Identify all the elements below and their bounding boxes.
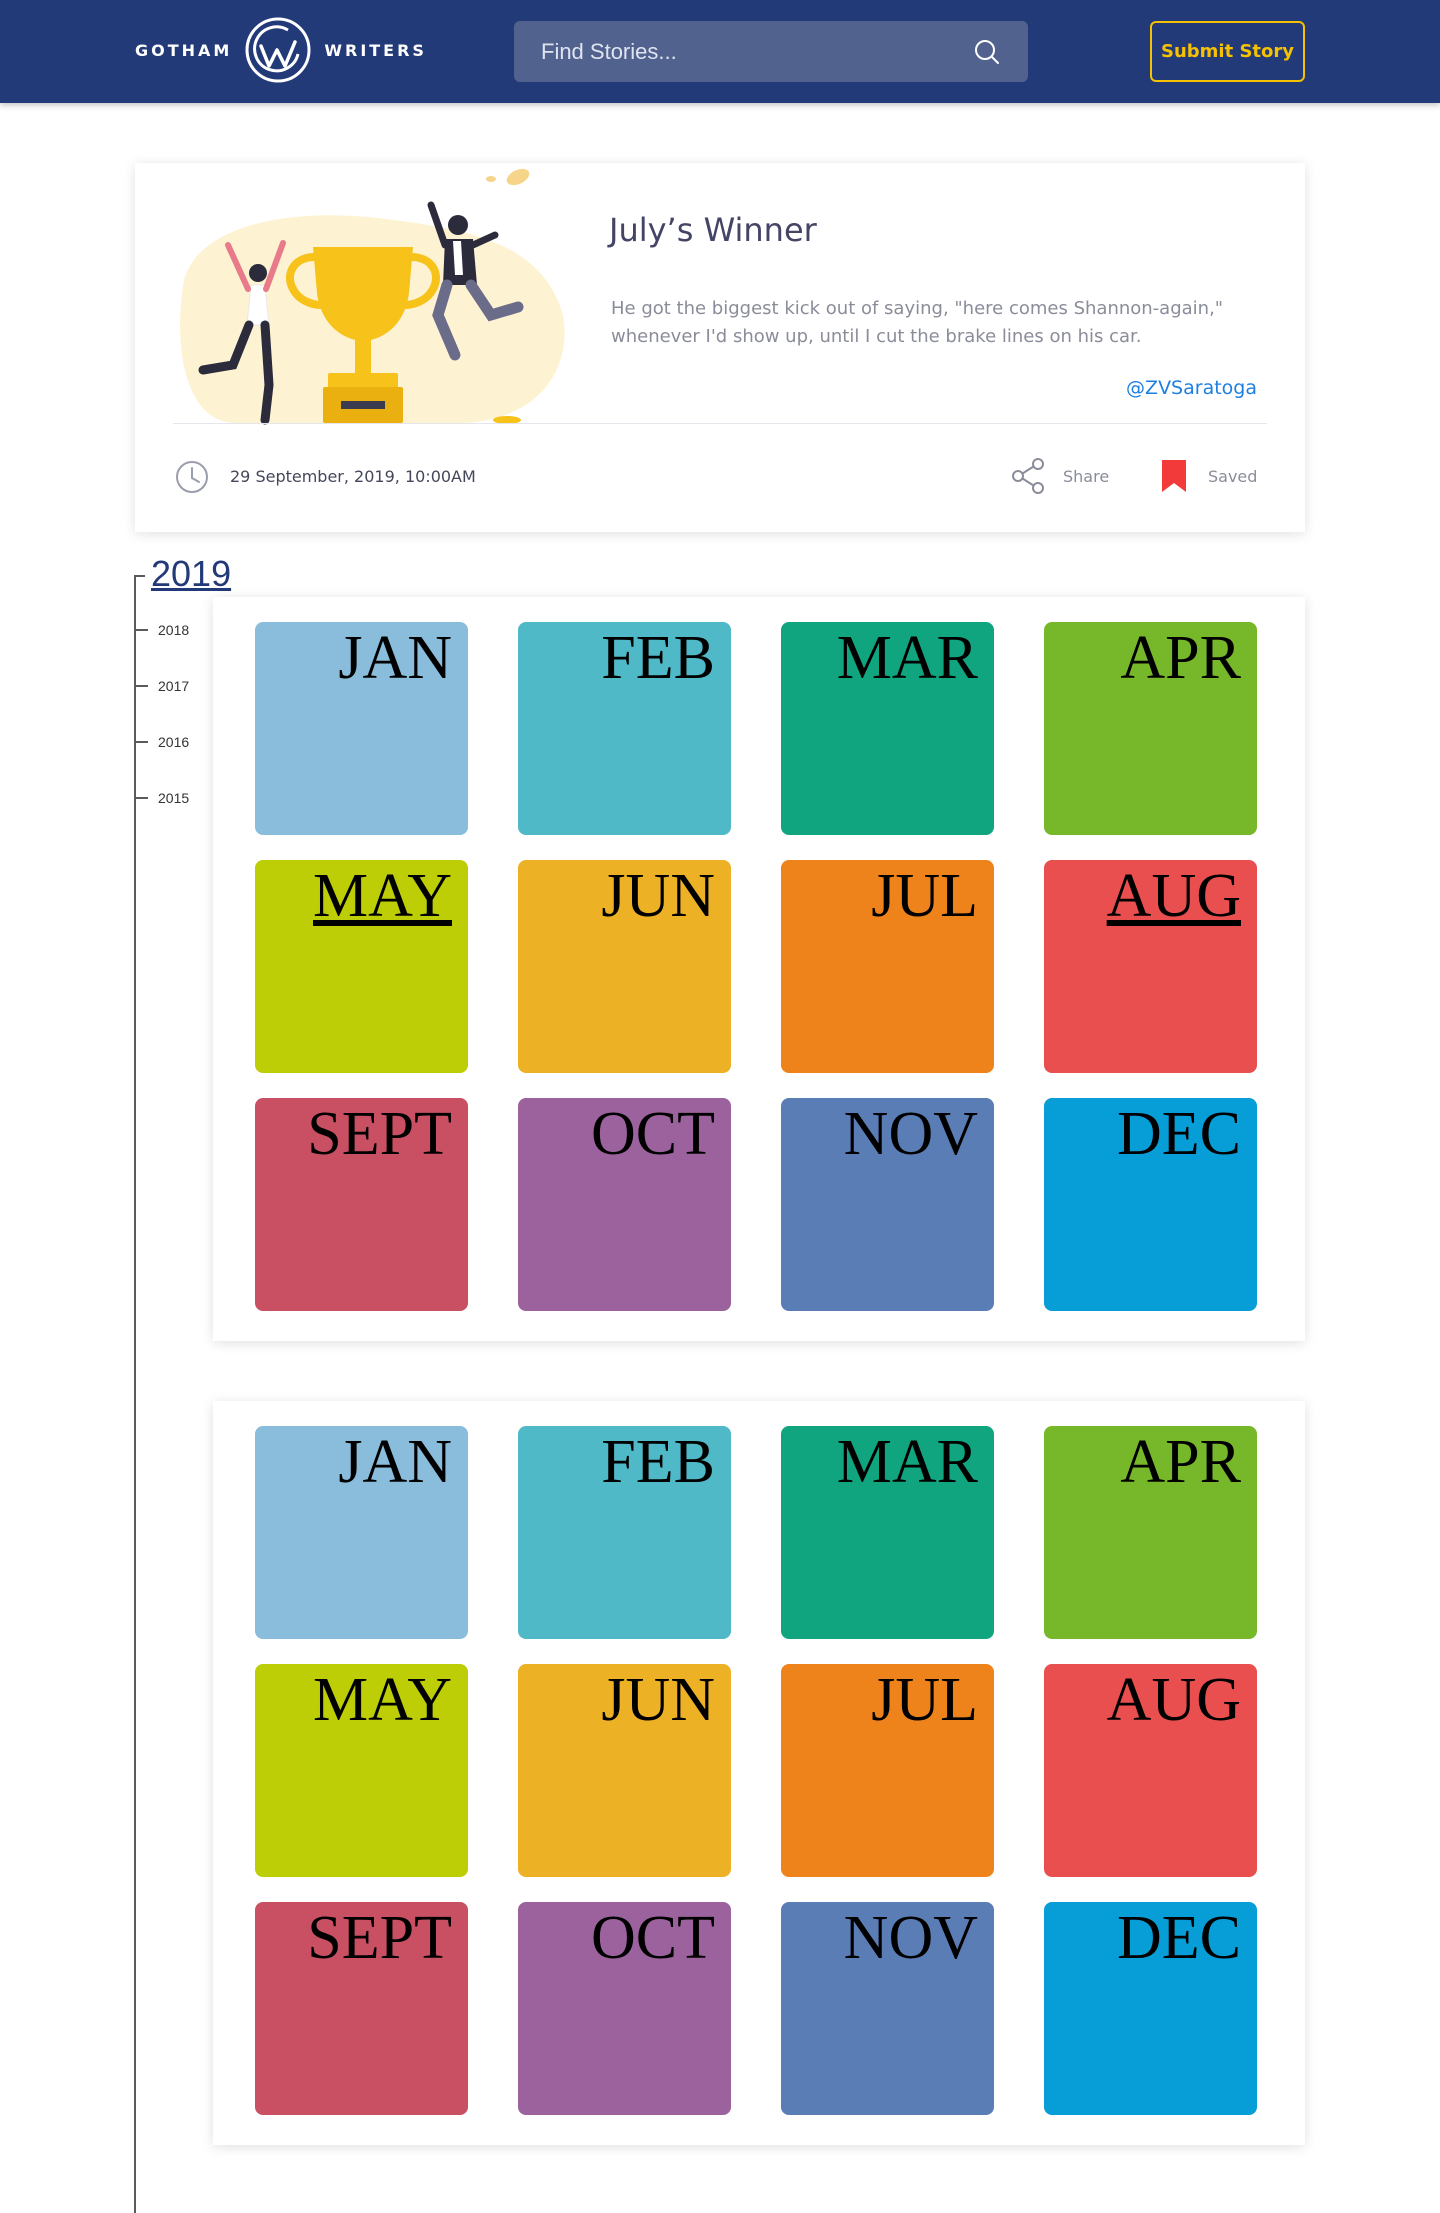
year-item-2018[interactable]: 2018 — [134, 620, 189, 640]
year-tick — [134, 797, 148, 799]
month-label: JUL — [871, 862, 978, 930]
year-item-2015[interactable]: 2015 — [134, 788, 189, 808]
month-tile-feb[interactable]: FEB — [518, 1426, 731, 1639]
month-label: SEPT — [307, 1904, 452, 1972]
saved-label: Saved — [1208, 466, 1258, 486]
share-label: Share — [1063, 466, 1110, 486]
month-label: DEC — [1117, 1100, 1241, 1168]
month-tile-apr[interactable]: APR — [1044, 1426, 1257, 1639]
month-tile-aug[interactable]: AUG — [1044, 1664, 1257, 1877]
clock-icon — [176, 461, 208, 493]
month-panel-secondary: JAN FEB MAR APR MAY JUN JUL AUG SEPT OCT NOV DEC — [213, 1401, 1305, 2145]
month-tile-sept[interactable]: SEPT — [255, 1098, 468, 1311]
logo-text-right: WRITERS — [324, 40, 427, 60]
share-button[interactable]: Share — [1011, 456, 1109, 496]
year-tick — [134, 685, 148, 687]
logo-text-left: GOTHAM — [135, 40, 233, 60]
month-tile-dec[interactable]: DEC — [1044, 1098, 1257, 1311]
search-input[interactable] — [514, 21, 974, 82]
month-tile-jul[interactable]: JUL — [781, 860, 994, 1073]
trophy-celebration-illustration — [180, 168, 565, 425]
month-label: OCT — [591, 1904, 715, 1972]
month-tile-apr[interactable]: APR — [1044, 622, 1257, 835]
month-label: OCT — [591, 1100, 715, 1168]
year-label: 2018 — [158, 622, 190, 638]
month-tile-sept[interactable]: SEPT — [255, 1902, 468, 2115]
month-tile-jan[interactable]: JAN — [255, 622, 468, 835]
month-label: FEB — [601, 1428, 715, 1496]
bookmark-icon — [1162, 460, 1186, 492]
month-tile-jun[interactable]: JUN — [518, 1664, 731, 1877]
year-item-2017[interactable]: 2017 — [134, 676, 189, 696]
share-icon — [1012, 458, 1044, 494]
winner-card: July’s Winner He got the biggest kick ou… — [135, 163, 1305, 532]
month-label: APR — [1120, 624, 1241, 692]
month-label: MAY — [313, 1666, 452, 1734]
winner-date: 29 September, 2019, 10:00AM — [230, 467, 476, 486]
month-tile-jun[interactable]: JUN — [518, 860, 731, 1073]
year-label: 2015 — [158, 790, 190, 806]
month-label: SEPT — [307, 1100, 452, 1168]
timeline-cap — [134, 575, 145, 577]
card-divider — [173, 423, 1267, 424]
month-label: JUN — [601, 862, 715, 930]
month-tile-jul[interactable]: JUL — [781, 1664, 994, 1877]
search-bar — [514, 21, 1028, 82]
month-label: JAN — [338, 1428, 452, 1496]
month-tile-dec[interactable]: DEC — [1044, 1902, 1257, 2115]
month-tile-mar[interactable]: MAR — [781, 1426, 994, 1639]
month-tile-aug[interactable]: AUG — [1044, 860, 1257, 1073]
month-tile-may[interactable]: MAY — [255, 1664, 468, 1877]
month-tile-mar[interactable]: MAR — [781, 622, 994, 835]
month-label: DEC — [1117, 1904, 1241, 1972]
month-tile-may[interactable]: MAY — [255, 860, 468, 1073]
month-tile-feb[interactable]: FEB — [518, 622, 731, 835]
year-label: 2016 — [158, 734, 190, 750]
year-label: 2017 — [158, 678, 190, 694]
month-label: JUL — [871, 1666, 978, 1734]
month-tile-nov[interactable]: NOV — [781, 1098, 994, 1311]
saved-button[interactable]: Saved — [1161, 456, 1257, 496]
month-label: MAY — [313, 862, 452, 930]
month-tile-oct[interactable]: OCT — [518, 1902, 731, 2115]
month-label: AUG — [1106, 1666, 1241, 1734]
month-tile-jan[interactable]: JAN — [255, 1426, 468, 1639]
month-label: NOV — [843, 1904, 978, 1972]
month-panel-2019: JAN FEB MAR APR MAY JUN JUL AUG SEPT OCT NOV DEC — [213, 597, 1305, 1341]
month-label: NOV — [843, 1100, 978, 1168]
winner-author-link[interactable]: @ZVSaratoga — [1126, 377, 1257, 399]
month-label: JUN — [601, 1666, 715, 1734]
month-label: FEB — [601, 624, 715, 692]
month-tile-nov[interactable]: NOV — [781, 1902, 994, 2115]
gotham-writers-logo[interactable]: GOTHAM WRITERS — [135, 15, 427, 85]
timeline-line — [134, 575, 136, 2213]
winner-title: July’s Winner — [609, 211, 817, 249]
gw-logo-icon — [245, 17, 311, 83]
month-label: MAR — [836, 624, 978, 692]
year-tick — [134, 629, 148, 631]
month-label: APR — [1120, 1428, 1241, 1496]
submit-story-button[interactable]: Submit Story — [1150, 21, 1305, 82]
month-label: JAN — [338, 624, 452, 692]
month-tile-oct[interactable]: OCT — [518, 1098, 731, 1311]
month-label: AUG — [1106, 862, 1241, 930]
search-icon[interactable] — [972, 37, 1002, 67]
year-current-2019[interactable]: 2019 — [151, 553, 231, 595]
month-label: MAR — [836, 1428, 978, 1496]
winner-excerpt: He got the biggest kick out of saying, "… — [611, 298, 1224, 347]
top-navbar: GOTHAM WRITERS Submit Story — [0, 0, 1440, 103]
year-item-2016[interactable]: 2016 — [134, 732, 189, 752]
year-tick — [134, 741, 148, 743]
